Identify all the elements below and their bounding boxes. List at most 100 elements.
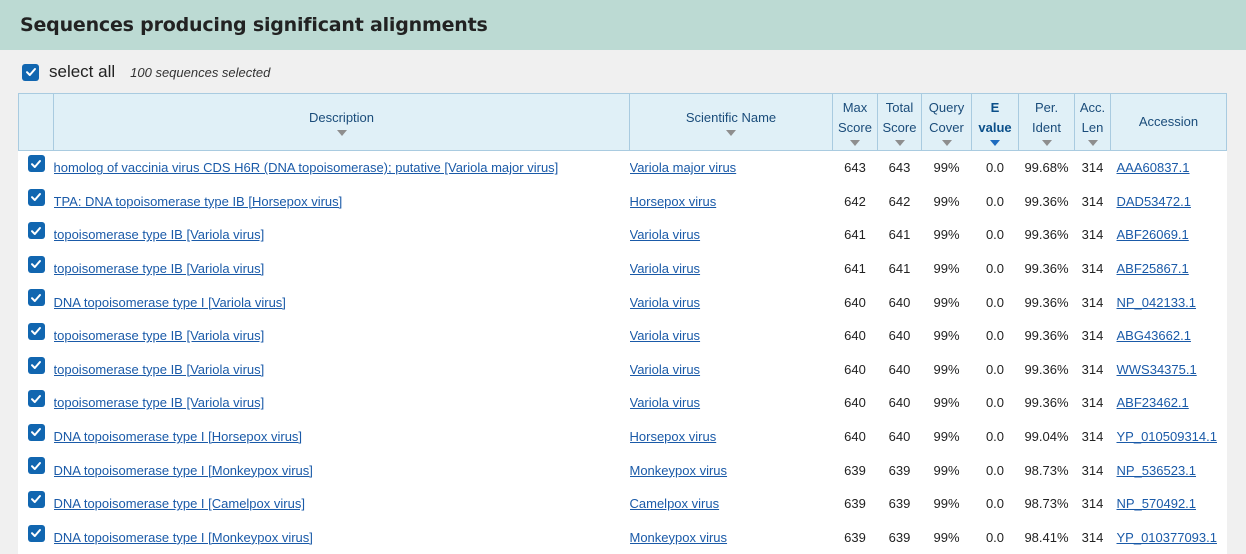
max-score: 640 [844,395,866,411]
scientific-name-link[interactable]: Camelpox virus [630,496,720,511]
row-checkbox[interactable] [27,322,45,340]
section-title: Sequences producing significant alignmen… [20,14,488,36]
description-link[interactable]: DNA topoisomerase type I [Monkeypox viru… [54,530,313,545]
accession-link[interactable]: WWS34375.1 [1117,362,1197,377]
header-accession: Accession [1110,93,1227,151]
row-checkbox[interactable] [27,423,45,441]
per-ident: 99.36% [1024,328,1069,344]
sort-arrow-icon[interactable] [894,140,905,146]
checkmark-icon [31,529,41,538]
total-score: 641 [888,261,911,277]
description-link[interactable]: homolog of vaccinia virus CDS H6R (DNA t… [54,160,559,175]
sort-arrow-icon[interactable] [850,140,860,146]
sort-arrow-icon[interactable] [1087,140,1098,146]
query-cover: 99% [933,328,960,344]
row-checkbox[interactable] [27,490,45,508]
description-link[interactable]: topoisomerase type IB [Variola virus] [54,395,265,410]
accession-link[interactable]: ABG43662.1 [1117,328,1191,343]
table-row: DNA topoisomerase type I [Variola virus]… [19,285,1227,319]
accession-link[interactable]: YP_010509314.1 [1117,429,1217,444]
description-link[interactable]: DNA topoisomerase type I [Monkeypox viru… [54,463,313,478]
row-checkbox[interactable] [27,524,45,542]
header-query-cover[interactable]: Query Cover [921,93,972,151]
header-total-score[interactable]: Total Score [877,93,922,151]
scientific-name-link[interactable]: Variola virus [630,395,701,410]
accession-link[interactable]: NP_536523.1 [1117,463,1197,478]
scientific-name-link[interactable]: Variola virus [630,227,701,242]
accession-link[interactable]: AAA60837.1 [1117,160,1190,175]
total-score: 640 [888,328,911,344]
description-link[interactable]: TPA: DNA topoisomerase type IB [Horsepox… [54,194,343,209]
scientific-name-link[interactable]: Horsepox virus [630,429,717,444]
acc-len: 314 [1081,361,1104,377]
header-description[interactable]: Description [53,93,630,151]
accession-link[interactable]: NP_570492.1 [1117,496,1197,511]
checkmark-icon [25,68,36,76]
sort-arrow-icon[interactable] [336,130,347,136]
select-all-label[interactable]: select all [49,62,115,82]
accession-link[interactable]: NP_042133.1 [1117,295,1197,310]
per-ident: 99.04% [1024,429,1069,445]
accession-link[interactable]: ABF23462.1 [1117,395,1189,410]
sort-arrow-icon[interactable] [990,140,1000,146]
header-acc-len[interactable]: Acc. Len [1074,93,1111,151]
e-value: 0.0 [985,160,1005,176]
total-score: 640 [888,429,911,445]
scientific-name-link[interactable]: Horsepox virus [630,194,717,209]
acc-len: 314 [1081,496,1104,512]
row-checkbox[interactable] [27,289,45,307]
checkmark-icon [31,293,41,302]
acc-len: 314 [1081,227,1104,243]
scientific-name-link[interactable]: Variola virus [630,261,701,276]
header-e-value[interactable]: Evalue [971,93,1019,151]
row-checkbox[interactable] [27,188,45,206]
checkmark-icon [31,260,41,269]
description-link[interactable]: DNA topoisomerase type I [Variola virus] [54,295,286,310]
row-checkbox[interactable] [27,457,45,475]
query-cover: 99% [933,496,960,512]
description-link[interactable]: topoisomerase type IB [Variola virus] [54,261,265,276]
sort-arrow-icon[interactable] [941,140,952,146]
scientific-name-link[interactable]: Variola virus [630,295,701,310]
description-link[interactable]: topoisomerase type IB [Variola virus] [54,328,265,343]
scientific-name-link[interactable]: Variola virus [630,328,701,343]
accession-link[interactable]: YP_010377093.1 [1117,530,1217,545]
row-checkbox[interactable] [27,255,45,273]
row-checkbox[interactable] [27,222,45,240]
scientific-name-link[interactable]: Variola virus [630,362,701,377]
sort-arrow-icon[interactable] [1041,140,1052,146]
max-score: 642 [844,193,866,209]
scientific-name-link[interactable]: Monkeypox virus [630,530,728,545]
header-scientific-name[interactable]: Scientific Name [629,93,833,151]
total-score: 639 [888,496,911,512]
accession-link[interactable]: ABF25867.1 [1117,261,1189,276]
checkmark-icon [31,428,41,437]
acc-len: 314 [1081,328,1104,344]
e-value: 0.0 [985,193,1005,209]
max-score: 643 [844,160,866,176]
description-link[interactable]: DNA topoisomerase type I [Horsepox virus… [54,429,303,444]
per-ident: 98.41% [1024,529,1069,545]
checkmark-icon [31,327,41,336]
acc-len: 314 [1081,462,1104,478]
per-ident: 99.36% [1024,361,1069,377]
row-checkbox[interactable] [27,356,45,374]
sort-arrow-icon[interactable] [726,130,736,136]
description-link[interactable]: topoisomerase type IB [Variola virus] [54,227,265,242]
table-row: topoisomerase type IB [Variola virus] Var… [19,353,1227,387]
accession-link[interactable]: DAD53472.1 [1117,194,1191,209]
accession-link[interactable]: ABF26069.1 [1117,227,1189,242]
query-cover: 99% [933,294,960,310]
scientific-name-link[interactable]: Variola major virus [630,160,737,175]
acc-len: 314 [1081,261,1104,277]
select-all-checkbox[interactable] [22,63,39,81]
max-score: 640 [844,294,866,310]
scientific-name-link[interactable]: Monkeypox virus [630,463,728,478]
query-cover: 99% [933,361,960,377]
row-checkbox[interactable] [27,155,45,172]
description-link[interactable]: DNA topoisomerase type I [Camelpox virus… [54,496,305,511]
row-checkbox[interactable] [27,390,45,408]
description-link[interactable]: topoisomerase type IB [Variola virus] [54,362,265,377]
header-per-ident[interactable]: Per. Ident [1018,93,1075,151]
header-max-score[interactable]: Max Score [832,93,878,151]
